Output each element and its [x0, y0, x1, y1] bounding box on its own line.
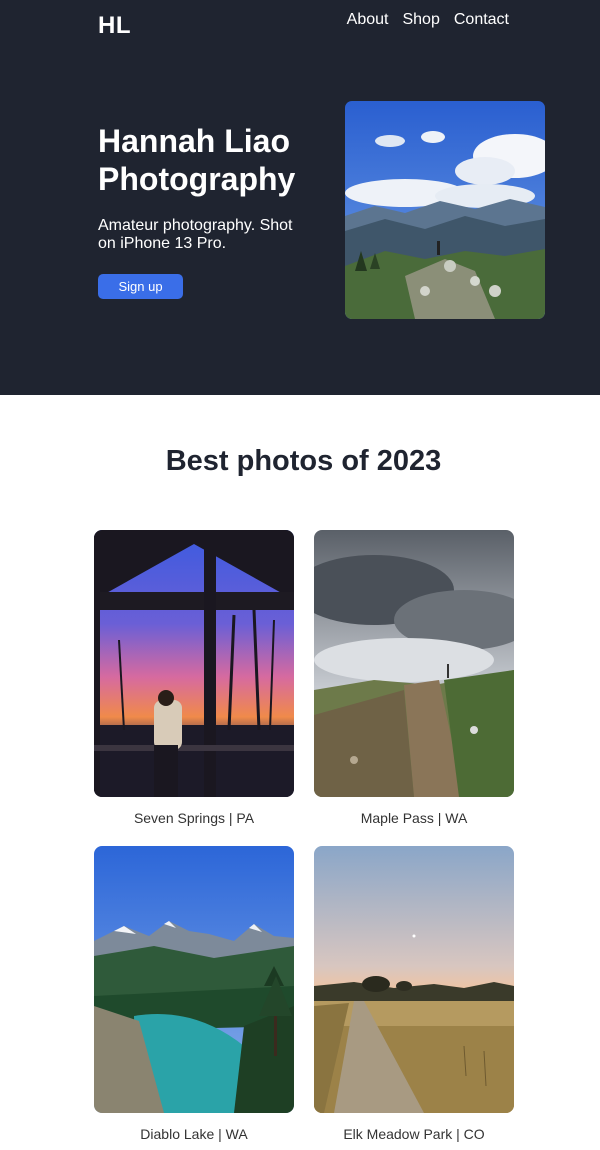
hero-title: Hannah Liao Photography	[98, 123, 296, 197]
photo-sunset-window[interactable]	[94, 530, 294, 797]
hero-section: HL About Shop Contact Hannah Liao Photog…	[0, 0, 600, 395]
gallery-card-seven-springs[interactable]: Seven Springs | PA	[94, 530, 294, 826]
site-logo[interactable]: HL	[98, 12, 131, 40]
card-caption: Diablo Lake | WA	[140, 1126, 248, 1142]
photo-cloudy-trail[interactable]	[314, 530, 514, 797]
nav-link-about[interactable]: About	[347, 11, 389, 29]
sign-up-button[interactable]: Sign up	[98, 274, 183, 299]
gallery-card-diablo-lake[interactable]: Diablo Lake | WA	[94, 846, 294, 1142]
nav-link-shop[interactable]: Shop	[402, 11, 439, 29]
card-caption: Seven Springs | PA	[133, 810, 255, 826]
main-nav: About Shop Contact	[347, 11, 509, 29]
nav-link-contact[interactable]: Contact	[454, 11, 509, 29]
hero-subtitle: Amateur photography. Shot on iPhone 13 P…	[98, 217, 293, 252]
gallery-card-elk-meadow-park[interactable]: Elk Meadow Park | CO	[314, 846, 514, 1142]
gallery-title: Best photos of 2023	[165, 445, 442, 477]
photo-turquoise-lake[interactable]	[94, 846, 294, 1113]
photo-meadow-dusk[interactable]	[314, 846, 514, 1113]
hero-photo-mountain-summit	[345, 101, 545, 319]
gallery-card-maple-pass[interactable]: Maple Pass | WA	[314, 530, 514, 826]
card-caption: Maple Pass | WA	[360, 810, 468, 826]
card-caption: Elk Meadow Park | CO	[343, 1126, 485, 1142]
